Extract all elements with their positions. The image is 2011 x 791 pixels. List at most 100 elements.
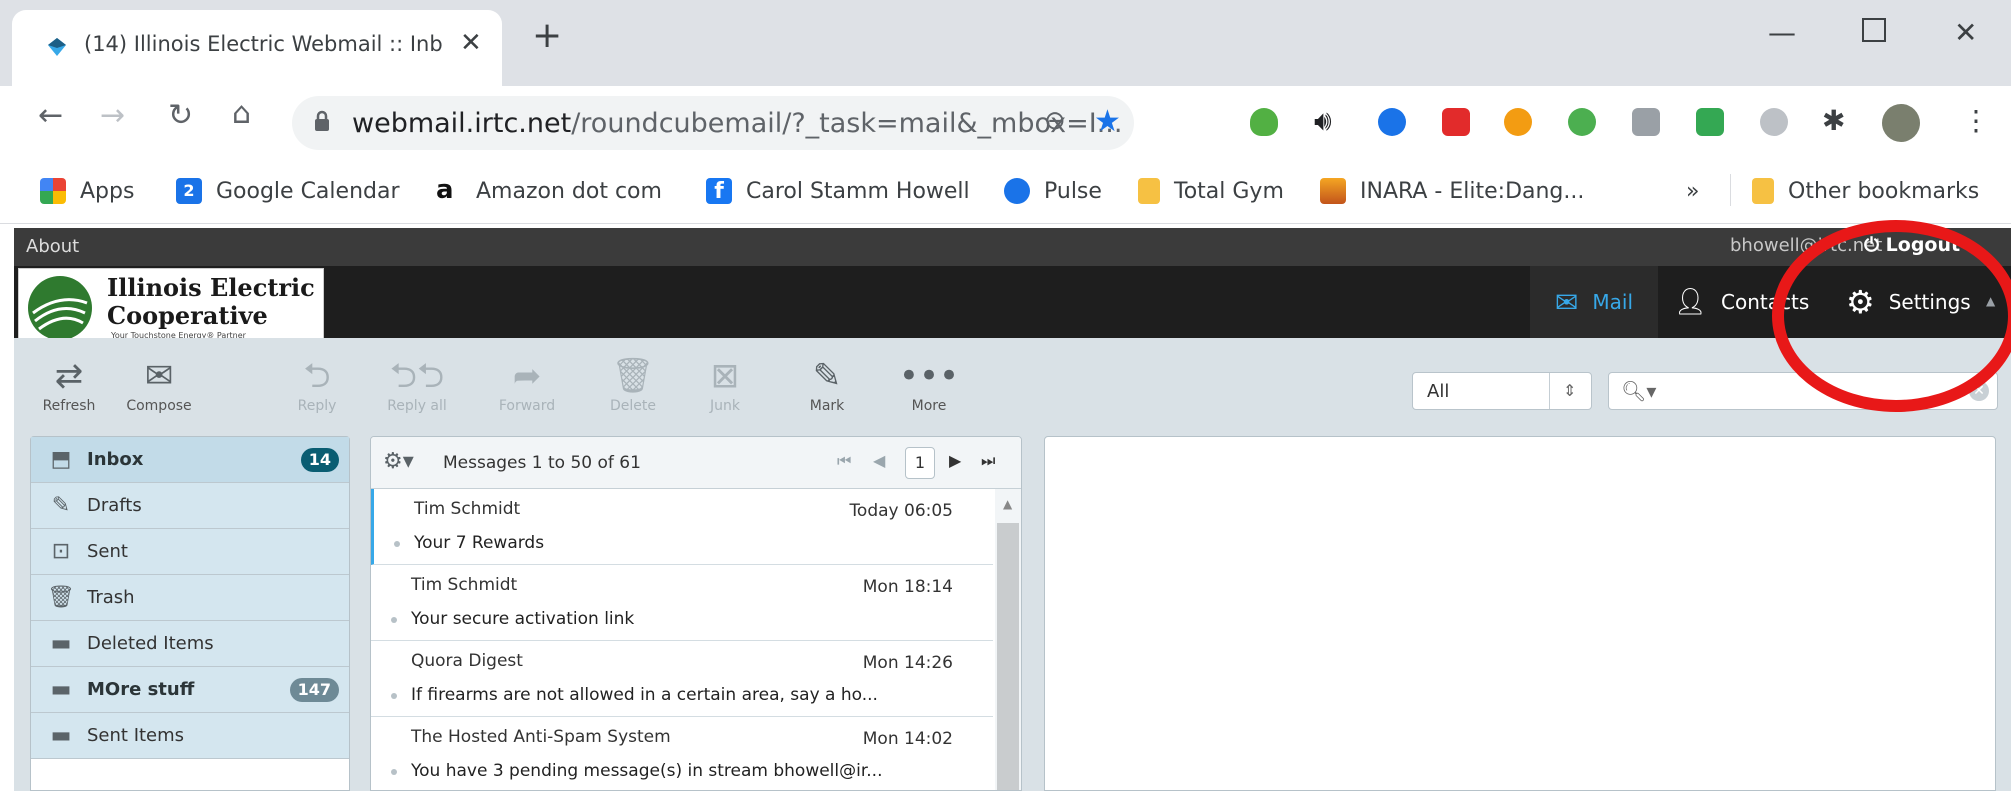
url-text: webmail.irtc.net/roundcubemail/?_task=ma…: [352, 108, 1123, 139]
folder-icon: [1138, 178, 1160, 204]
bookmark-google-calendar[interactable]: 2 Google Calendar: [176, 176, 400, 206]
js-extension-icon[interactable]: [1568, 108, 1596, 136]
toolbar-label: Compose: [126, 398, 192, 414]
folder-sent-items[interactable]: ▬ Sent Items: [31, 713, 349, 759]
close-window-icon[interactable]: ✕: [1954, 16, 1977, 49]
bookmark-total-gym[interactable]: Total Gym: [1138, 176, 1284, 206]
zoom-icon[interactable]: ⊖: [1044, 106, 1066, 136]
bookmark-other[interactable]: Other bookmarks: [1752, 176, 1979, 206]
toolbar-label: Junk: [710, 398, 740, 414]
mark-button[interactable]: ✎ Mark: [786, 354, 868, 414]
bookmark-star-icon[interactable]: ★: [1094, 104, 1121, 139]
previous-page-icon[interactable]: ◀: [873, 451, 885, 470]
message-from: Quora Digest: [411, 651, 523, 671]
bookmark-amazon[interactable]: a Amazon dot com: [436, 176, 662, 206]
last-page-icon[interactable]: ⏭: [981, 451, 995, 471]
address-bar[interactable]: webmail.irtc.net/roundcubemail/?_task=ma…: [292, 96, 1134, 150]
bookmark-pulse[interactable]: Pulse: [1004, 176, 1102, 206]
bookmark-label: Carol Stamm Howell: [746, 178, 970, 204]
page-number-input[interactable]: 1: [905, 447, 935, 479]
globe-extension-icon[interactable]: [1504, 108, 1532, 136]
status-dot-icon[interactable]: [391, 693, 397, 699]
toolbar-label: Forward: [498, 398, 556, 414]
filter-divider: [1549, 373, 1550, 409]
lastpass-extension-icon[interactable]: [1442, 108, 1470, 136]
toolbar-label: Refresh: [42, 398, 96, 414]
refresh-button[interactable]: ⇄ Refresh: [28, 354, 110, 414]
logo-line-2: Cooperative: [107, 301, 268, 330]
next-page-icon[interactable]: ▶: [949, 451, 961, 470]
folder-icon: ▬: [50, 631, 72, 656]
toolbar-label: Reply: [297, 398, 337, 414]
compose-icon: ✉: [144, 356, 174, 396]
list-options-gear-icon[interactable]: ⚙▾: [383, 449, 414, 474]
folder-more-stuff[interactable]: ▬ MOre stuff 147: [31, 667, 349, 713]
person-icon: 👤︎: [1674, 287, 1708, 317]
message-from: Tim Schmidt: [414, 499, 521, 519]
folder-trash[interactable]: 🗑︎ Trash: [31, 575, 349, 621]
shield-extension-icon[interactable]: [1250, 108, 1278, 136]
more-bookmarks-button[interactable]: »: [1686, 176, 1699, 206]
search-options-icon[interactable]: 🔍︎▾: [1621, 379, 1656, 403]
message-date: Mon 14:02: [862, 729, 953, 749]
task-mail[interactable]: ✉ Mail: [1530, 266, 1658, 338]
status-dot-icon[interactable]: [391, 769, 397, 775]
lock-icon: [315, 110, 329, 131]
reply-button[interactable]: ⮌ Reply: [276, 354, 358, 414]
filter-select[interactable]: All ⇕: [1412, 372, 1592, 410]
extensions-puzzle-icon[interactable]: ✱: [1822, 104, 1845, 137]
browser-tab[interactable]: (14) Illinois Electric Webmail :: Inb ✕: [12, 10, 502, 86]
forward-icon[interactable]: →: [100, 98, 125, 133]
chrome-menu-icon[interactable]: ⋮: [1962, 104, 1990, 137]
message-row[interactable]: The Hosted Anti-Spam System Mon 14:02 Yo…: [371, 717, 993, 790]
message-row[interactable]: Quora Digest Mon 14:26 If firearms are n…: [371, 641, 993, 717]
message-list-scrollbar[interactable]: ▲: [995, 489, 1021, 790]
status-dot-icon[interactable]: [391, 617, 397, 623]
reply-all-button[interactable]: ⮌⮌ Reply all: [376, 354, 458, 414]
amazon-icon: a: [436, 175, 454, 205]
pulse-extension-icon[interactable]: [1378, 108, 1406, 136]
trash-icon: 🗑︎: [47, 585, 75, 610]
bookmark-label: Amazon dot com: [476, 178, 662, 204]
message-row[interactable]: Tim Schmidt Today 06:05 Your 7 Rewards: [371, 489, 993, 565]
back-icon[interactable]: ←: [38, 98, 63, 133]
dark-mode-extension-icon[interactable]: [1760, 108, 1788, 136]
delete-button[interactable]: 🗑︎ Delete: [592, 354, 674, 414]
scrollbar-thumb[interactable]: [997, 523, 1019, 790]
folder-inbox[interactable]: ⬒ Inbox 14: [31, 437, 349, 483]
bookmark-inara[interactable]: INARA - Elite:Dang...: [1320, 176, 1584, 206]
profile-avatar[interactable]: [1882, 104, 1920, 142]
message-row[interactable]: Tim Schmidt Mon 18:14 Your secure activa…: [371, 565, 993, 641]
speaker-icon[interactable]: 🔊︎: [1314, 104, 1332, 138]
coop-logo[interactable]: Illinois Electric Cooperative Your Touch…: [18, 268, 324, 348]
maximize-icon[interactable]: [1862, 18, 1886, 42]
forward-button[interactable]: ➦ Forward: [486, 354, 568, 414]
unread-count-badge: 147: [289, 678, 339, 702]
envelope-icon: ✉: [1554, 285, 1579, 319]
junk-button[interactable]: ⊠ Junk: [684, 354, 766, 414]
status-dot-icon[interactable]: [394, 541, 400, 547]
first-page-icon[interactable]: ⏮: [837, 451, 851, 471]
bookmark-apps[interactable]: Apps: [40, 176, 134, 206]
folder-drafts[interactable]: ✎ Drafts: [31, 483, 349, 529]
checkbox-extension-icon[interactable]: [1696, 108, 1724, 136]
message-from: Tim Schmidt: [411, 575, 518, 595]
more-icon: •••: [898, 356, 960, 396]
close-tab-icon[interactable]: ✕: [460, 28, 482, 58]
scroll-up-icon[interactable]: ▲: [1003, 497, 1012, 511]
reload-icon[interactable]: ↻: [168, 98, 193, 133]
minimize-icon[interactable]: —: [1768, 16, 1796, 49]
bookmark-label: Google Calendar: [216, 178, 400, 204]
reply-icon: ⮌: [303, 356, 331, 396]
apps-grid-icon: [40, 178, 66, 204]
compose-button[interactable]: ✉ Compose: [118, 354, 200, 414]
bookmark-facebook[interactable]: f Carol Stamm Howell: [706, 176, 970, 206]
message-count: Messages 1 to 50 of 61: [443, 453, 641, 473]
more-button[interactable]: ••• More: [888, 354, 970, 414]
grid-extension-icon[interactable]: [1632, 108, 1660, 136]
about-link[interactable]: About: [26, 236, 79, 257]
new-tab-button[interactable]: +: [532, 18, 562, 54]
folder-deleted-items[interactable]: ▬ Deleted Items: [31, 621, 349, 667]
folder-sent[interactable]: ⊡ Sent: [31, 529, 349, 575]
home-icon[interactable]: ⌂: [232, 96, 251, 131]
